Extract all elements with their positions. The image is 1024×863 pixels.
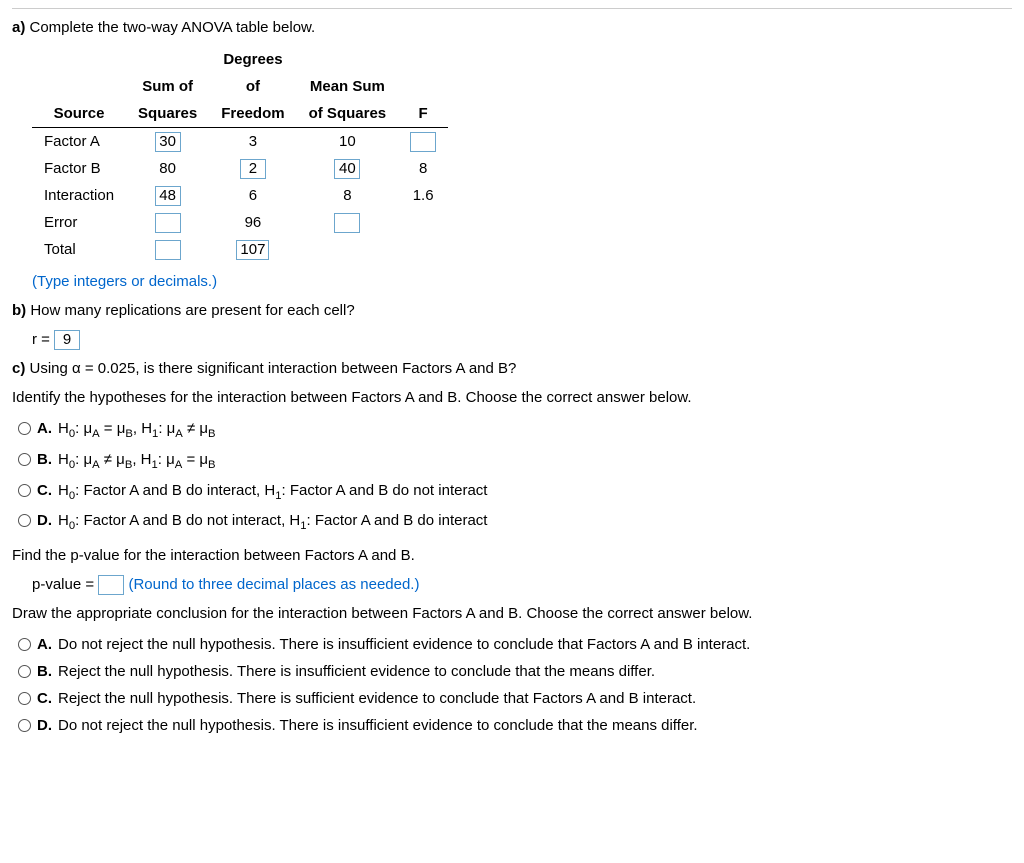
hdr-df-2: of <box>209 73 296 100</box>
row-total: Total 107 <box>32 236 448 263</box>
anova-table: Degrees Sum of of Mean Sum Source Square… <box>32 46 448 263</box>
radio-icon <box>18 514 31 527</box>
input-error-ss[interactable] <box>155 213 181 233</box>
cell-factorA-df: 3 <box>209 128 296 156</box>
hdr-ms-1: Mean Sum <box>297 73 399 100</box>
conc-c-text: Reject the null hypothesis. There is suf… <box>58 688 696 709</box>
opt-c-label: C. <box>37 480 52 501</box>
opt-a-text: H0: μA = μB, H1: μA ≠ μB <box>58 418 216 443</box>
input-factorB-ms[interactable]: 40 <box>334 159 360 179</box>
radio-icon <box>18 719 31 732</box>
input-interaction-ss[interactable]: 48 <box>155 186 181 206</box>
hdr-f: F <box>398 100 448 128</box>
pvalue-label: p-value = <box>32 576 98 593</box>
label-error: Error <box>32 209 126 236</box>
conclusion-options: A. Do not reject the null hypothesis. Th… <box>18 634 1012 736</box>
input-factorB-df[interactable]: 2 <box>240 159 266 179</box>
part-b-answer: r = 9 <box>32 329 1012 350</box>
row-error: Error 96 <box>32 209 448 236</box>
conc-a-text: Do not reject the null hypothesis. There… <box>58 634 750 655</box>
conc-c-label: C. <box>37 688 52 709</box>
part-b-text: How many replications are present for ea… <box>26 302 355 319</box>
part-c-identify: Identify the hypotheses for the interact… <box>12 387 1012 408</box>
r-label: r = <box>32 331 54 348</box>
pvalue-hint: (Round to three decimal places as needed… <box>124 576 419 593</box>
input-factorA-ss[interactable]: 30 <box>155 132 181 152</box>
row-factor-b: Factor B 80 2 40 8 <box>32 155 448 182</box>
input-r[interactable]: 9 <box>54 330 80 350</box>
part-b-prompt: b) How many replications are present for… <box>12 300 1012 321</box>
label-factor-a: Factor A <box>32 128 126 156</box>
opt-a-label: A. <box>37 418 52 439</box>
cell-factorB-f: 8 <box>398 155 448 182</box>
hyp-option-b[interactable]: B. H0: μA ≠ μB, H1: μA = μB <box>18 449 1012 474</box>
opt-b-text: H0: μA ≠ μB, H1: μA = μB <box>58 449 216 474</box>
opt-b-label: B. <box>37 449 52 470</box>
part-b-prefix: b) <box>12 302 26 319</box>
radio-icon <box>18 484 31 497</box>
part-a-prefix: a) <box>12 19 25 36</box>
hyp-option-c[interactable]: C. H0: Factor A and B do interact, H1: F… <box>18 480 1012 505</box>
conc-b-label: B. <box>37 661 52 682</box>
conc-option-d[interactable]: D. Do not reject the null hypothesis. Th… <box>18 715 1012 736</box>
input-pvalue[interactable] <box>98 575 124 595</box>
conclusion-text: Draw the appropriate conclusion for the … <box>12 603 1012 624</box>
hdr-df-3: Freedom <box>209 100 296 128</box>
radio-icon <box>18 692 31 705</box>
hdr-ss-2: Squares <box>126 100 209 128</box>
label-interaction: Interaction <box>32 182 126 209</box>
cell-factorA-ms: 10 <box>297 128 399 156</box>
find-p-text: Find the p-value for the interaction bet… <box>12 545 1012 566</box>
p-value-row: p-value = (Round to three decimal places… <box>32 574 1012 595</box>
part-a-hint: (Type integers or decimals.) <box>32 271 1012 292</box>
hypothesis-options: A. H0: μA = μB, H1: μA ≠ μB B. H0: μA ≠ … <box>18 418 1012 535</box>
label-total: Total <box>32 236 126 263</box>
top-divider <box>12 8 1012 9</box>
part-a-prompt: a) Complete the two-way ANOVA table belo… <box>12 17 1012 38</box>
label-factor-b: Factor B <box>32 155 126 182</box>
cell-factorB-ss: 80 <box>126 155 209 182</box>
radio-icon <box>18 665 31 678</box>
opt-c-text: H0: Factor A and B do interact, H1: Fact… <box>58 480 487 505</box>
row-factor-a: Factor A 30 3 10 <box>32 128 448 156</box>
radio-icon <box>18 422 31 435</box>
conc-b-text: Reject the null hypothesis. There is ins… <box>58 661 655 682</box>
hdr-source: Source <box>32 100 126 128</box>
opt-d-text: H0: Factor A and B do not interact, H1: … <box>58 510 487 535</box>
conc-d-text: Do not reject the null hypothesis. There… <box>58 715 698 736</box>
row-interaction: Interaction 48 6 8 1.6 <box>32 182 448 209</box>
cell-interaction-df: 6 <box>209 182 296 209</box>
input-total-ss[interactable] <box>155 240 181 260</box>
hyp-option-a[interactable]: A. H0: μA = μB, H1: μA ≠ μB <box>18 418 1012 443</box>
hdr-df-1: Degrees <box>209 46 296 73</box>
radio-icon <box>18 453 31 466</box>
part-c-prompt: c) Using α = 0.025, is there significant… <box>12 358 1012 379</box>
hdr-ms-2: of Squares <box>297 100 399 128</box>
conc-option-b[interactable]: B. Reject the null hypothesis. There is … <box>18 661 1012 682</box>
opt-d-label: D. <box>37 510 52 531</box>
conc-a-label: A. <box>37 634 52 655</box>
part-c-text: Using α = 0.025, is there significant in… <box>25 360 516 377</box>
cell-error-df: 96 <box>209 209 296 236</box>
cell-interaction-f: 1.6 <box>398 182 448 209</box>
hyp-option-d[interactable]: D. H0: Factor A and B do not interact, H… <box>18 510 1012 535</box>
conc-option-c[interactable]: C. Reject the null hypothesis. There is … <box>18 688 1012 709</box>
part-a-text: Complete the two-way ANOVA table below. <box>25 19 315 36</box>
conc-d-label: D. <box>37 715 52 736</box>
input-factorA-f[interactable] <box>410 132 436 152</box>
radio-icon <box>18 638 31 651</box>
conc-option-a[interactable]: A. Do not reject the null hypothesis. Th… <box>18 634 1012 655</box>
hdr-ss-1: Sum of <box>126 73 209 100</box>
input-error-ms[interactable] <box>334 213 360 233</box>
input-total-df[interactable]: 107 <box>236 240 269 260</box>
cell-interaction-ms: 8 <box>297 182 399 209</box>
part-c-prefix: c) <box>12 360 25 377</box>
